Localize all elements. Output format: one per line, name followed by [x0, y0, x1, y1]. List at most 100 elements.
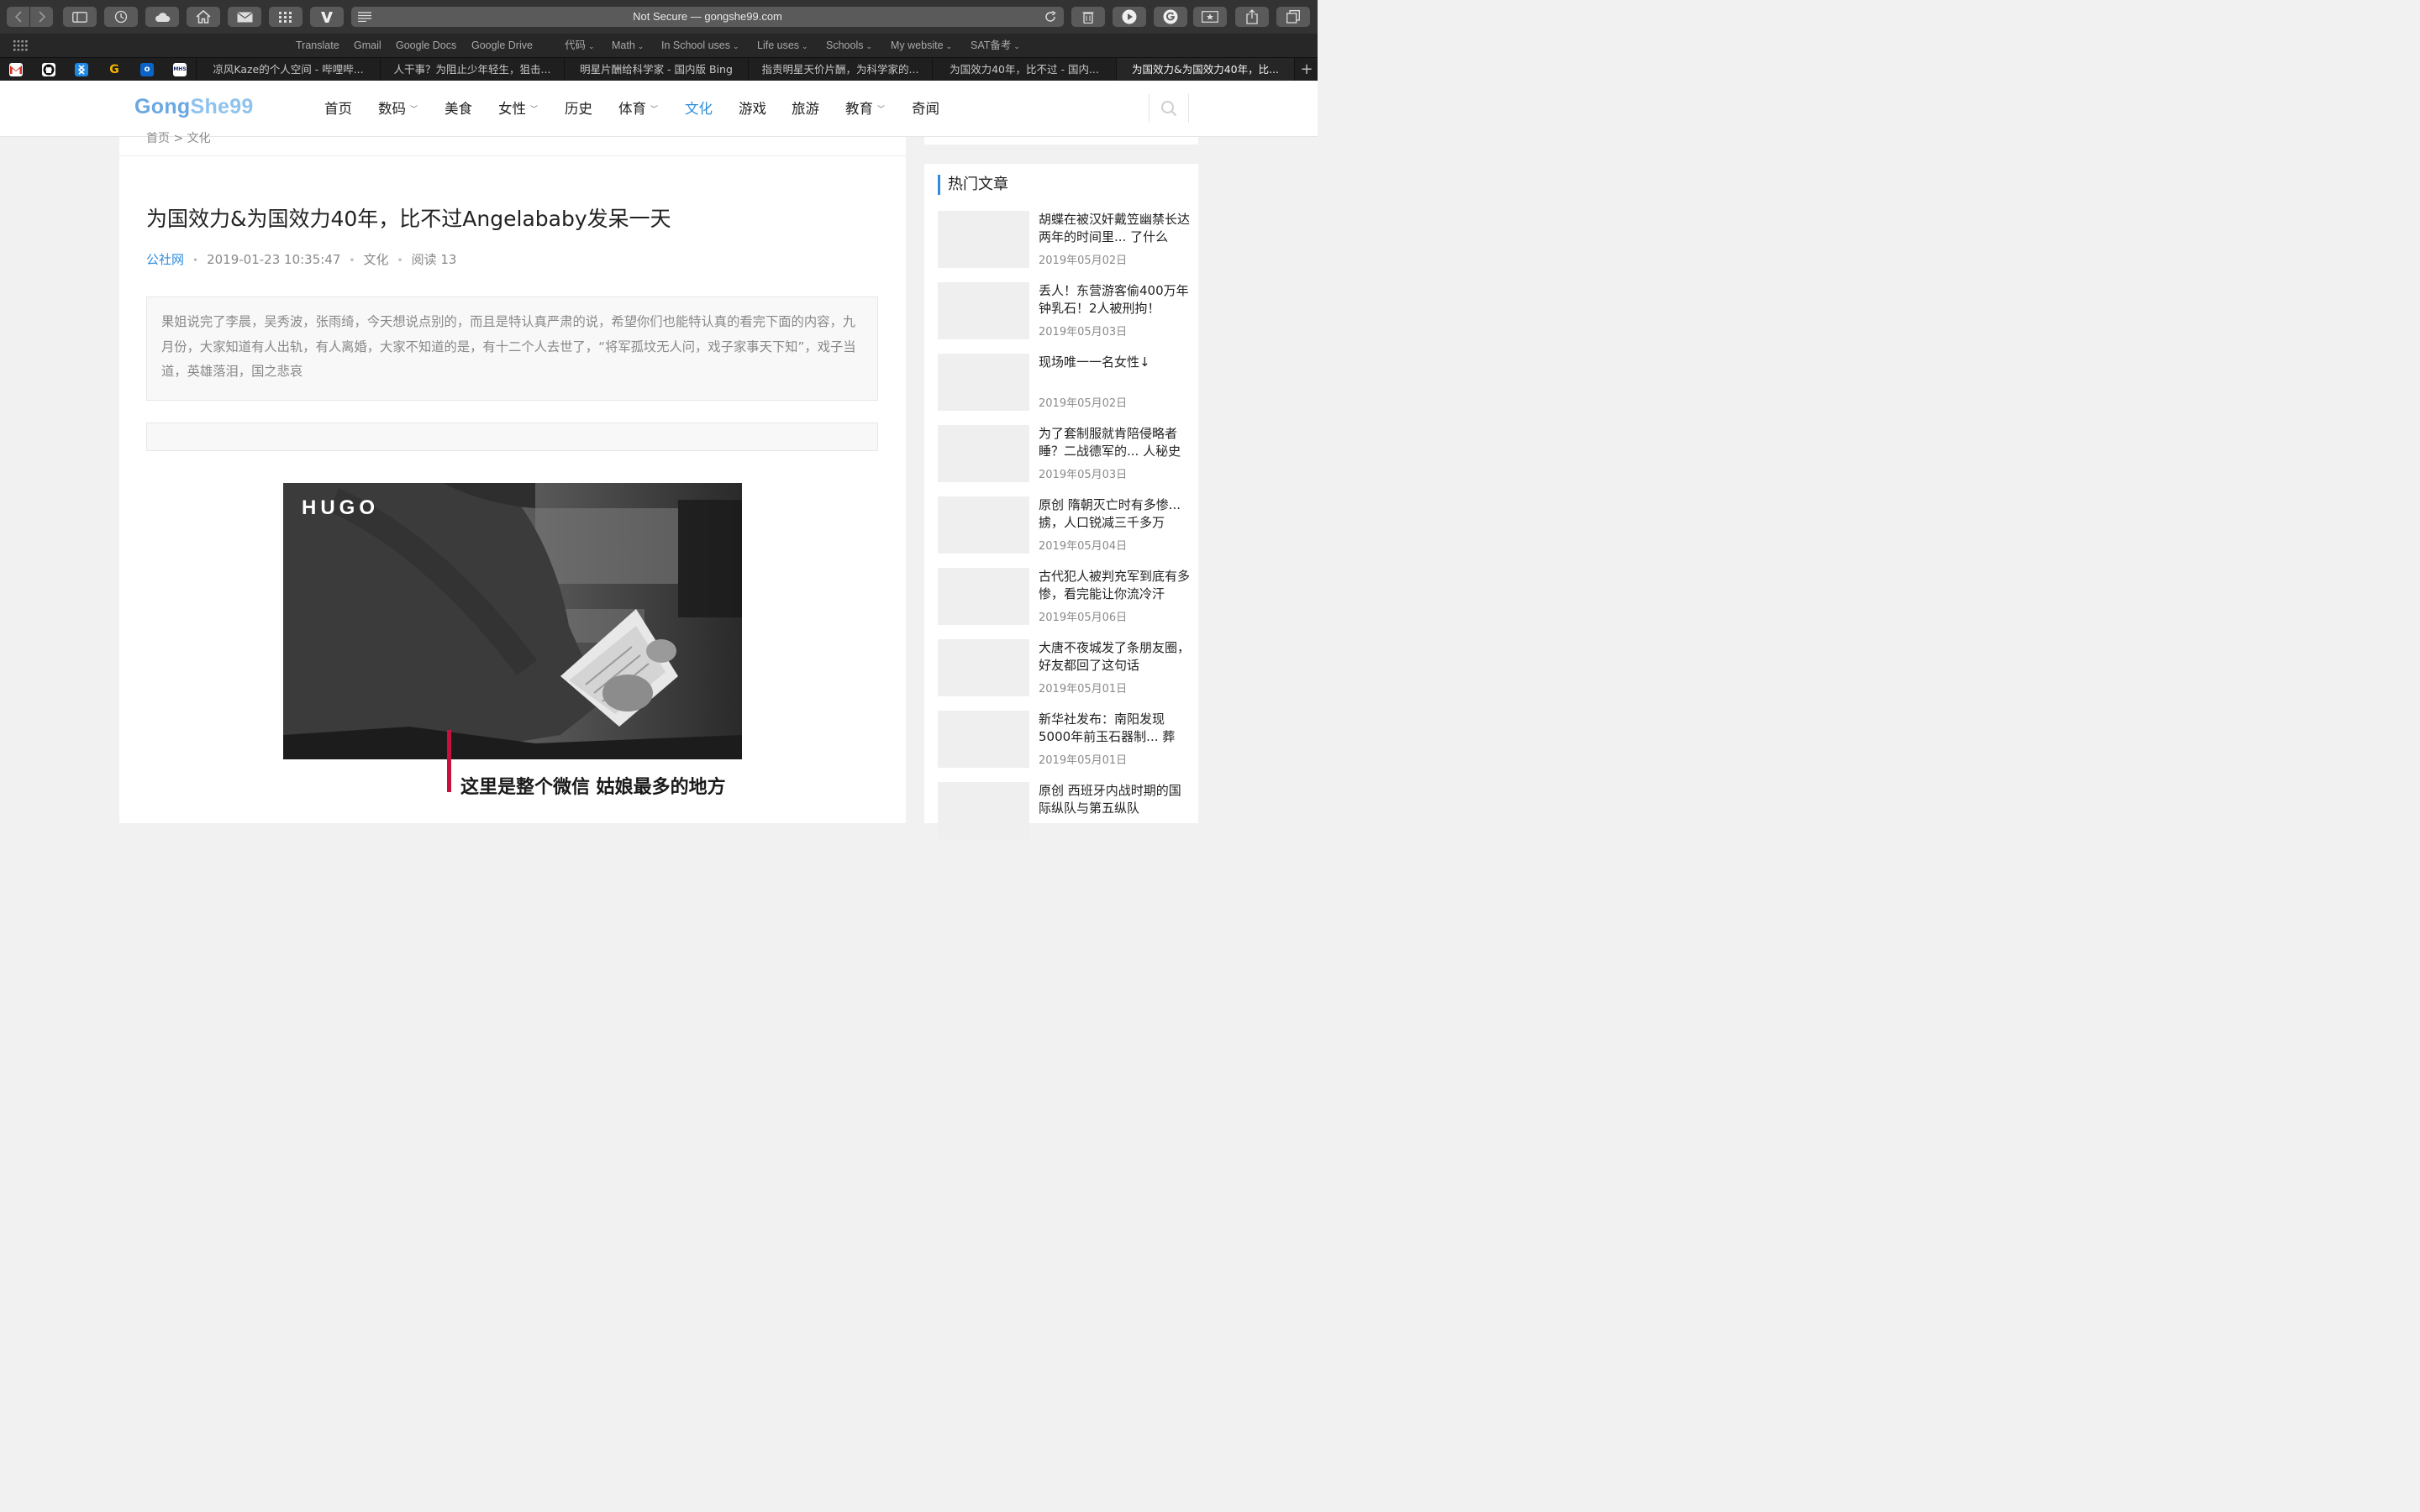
article-thumbnail[interactable]	[938, 639, 1029, 696]
nav-history[interactable]: 历史	[565, 81, 592, 138]
bookmark-google-drive[interactable]: Google Drive	[471, 34, 533, 57]
nav-games[interactable]: 游戏	[739, 81, 766, 138]
hot-article-title[interactable]: 丢人！东营游客偷400万年钟乳石！2人被刑拘！	[1039, 282, 1190, 318]
hot-article-title[interactable]: 胡蝶在被汉奸戴笠幽禁长达两年的时间里... 了什么	[1039, 211, 1190, 246]
tab-0[interactable]: 凉风Kaze的个人空间 - 哔哩哔...	[196, 58, 380, 81]
article-thumbnail[interactable]	[938, 782, 1029, 839]
icloud-button[interactable]	[145, 7, 179, 27]
nav-food[interactable]: 美食	[445, 81, 472, 138]
article-thumbnail[interactable]	[938, 425, 1029, 482]
grammarly-button[interactable]	[1154, 7, 1187, 27]
hot-article-title[interactable]: 原创 隋朝灭亡时有多惨... 掳，人口锐减三千多万	[1039, 496, 1190, 532]
new-tab-button[interactable]: +	[1294, 58, 1318, 81]
apps-button[interactable]	[269, 7, 302, 27]
reload-icon[interactable]	[1044, 11, 1056, 23]
article-thumbnail[interactable]	[938, 211, 1029, 268]
hot-article-title[interactable]: 原创 西班牙内战时期的国际纵队与第五纵队	[1039, 782, 1190, 817]
nav-culture[interactable]: 文化	[685, 81, 713, 138]
tab-3[interactable]: 指责明星天价片酬，为科学家的...	[748, 58, 932, 81]
bookmark-button[interactable]	[1193, 7, 1227, 27]
article-source-link[interactable]: 公社网	[146, 252, 184, 267]
history-button[interactable]	[104, 7, 138, 27]
tab-bar: G o MHS 凉风Kaze的个人空间 - 哔哩哔... 人干事？为阻止少年轻生…	[0, 57, 1318, 81]
mhs-icon[interactable]: MHS	[173, 63, 187, 76]
delete-button[interactable]	[1071, 7, 1105, 27]
nav-digital[interactable]: 数码 ﹀	[378, 81, 418, 139]
tab-overview-button[interactable]	[1276, 7, 1310, 27]
article-title: 为国效力&为国效力40年，比不过Angelababy发呆一天	[146, 207, 671, 231]
hot-article-item[interactable]: 胡蝶在被汉奸戴笠幽禁长达两年的时间里... 了什么 2019年05月02日	[938, 211, 1190, 270]
nav-education[interactable]: 教育 ﹀	[845, 81, 885, 139]
article-thumbnail[interactable]	[938, 496, 1029, 554]
address-bar[interactable]: Not Secure — gongshe99.com	[351, 7, 1064, 27]
hot-article-item[interactable]: 原创 隋朝灭亡时有多惨... 掳，人口锐减三千多万 2019年05月04日	[938, 496, 1190, 555]
bookmark-folder-math[interactable]: Math ⌄	[612, 34, 644, 58]
url-text[interactable]: Not Secure — gongshe99.com	[351, 7, 1064, 27]
hot-article-item[interactable]: 古代犯人被判充军到底有多惨，看完能让你流冷汗 2019年05月06日	[938, 568, 1190, 627]
article-thumbnail[interactable]	[938, 711, 1029, 768]
home-button[interactable]	[187, 7, 220, 27]
nav-sports[interactable]: 体育 ﹀	[618, 81, 658, 139]
show-all-bookmarks-icon[interactable]	[13, 40, 28, 51]
hot-article-date: 2019年05月01日	[1039, 683, 1128, 696]
hot-article-item[interactable]: 为了套制服就肯陪侵略者睡？二战德军的... 人秘史 2019年05月03日	[938, 425, 1190, 484]
hot-article-item[interactable]: 现场唯一一名女性↓ 2019年05月02日	[938, 354, 1190, 412]
sidebar-title: 热门文章	[938, 175, 1008, 195]
app-icon[interactable]	[75, 63, 88, 76]
nav-home[interactable]: 首页	[324, 81, 352, 138]
site-logo[interactable]: GongShe99	[134, 95, 254, 119]
hot-article-title[interactable]: 为了套制服就肯陪侵略者睡？二战德军的... 人秘史	[1039, 425, 1190, 460]
article-container: 首页 > 文化 为国效力&为国效力40年，比不过Angelababy发呆一天 公…	[119, 132, 906, 823]
separator-dot: •	[397, 255, 403, 266]
tab-5-active[interactable]: 为国效力&为国效力40年，比...	[1116, 58, 1294, 81]
search-icon[interactable]	[1160, 100, 1177, 117]
outlook-icon[interactable]: o	[140, 63, 154, 76]
back-button[interactable]	[7, 7, 29, 27]
brand-watermark: HUGO	[302, 496, 379, 519]
tab-4[interactable]: 为国效力40年，比不过 - 国内...	[932, 58, 1116, 81]
bookmark-folder-sat[interactable]: SAT备考 ⌄	[971, 34, 1020, 58]
article-thumbnail[interactable]	[938, 354, 1029, 411]
g-icon[interactable]: G	[108, 63, 121, 76]
breadcrumb[interactable]: 首页 > 文化	[146, 129, 211, 146]
hot-article-title[interactable]: 新华社发布：南阳发现5000年前玉石器制... 葬	[1039, 711, 1190, 746]
sidebar-toggle-button[interactable]	[63, 7, 97, 27]
mail-icon	[236, 11, 253, 22]
bookmark-folder-schools[interactable]: Schools ⌄	[826, 34, 872, 58]
bookmark-folder-life[interactable]: Life uses ⌄	[757, 34, 808, 58]
article-thumbnail[interactable]	[938, 568, 1029, 625]
bookmark-translate[interactable]: Translate	[296, 34, 339, 57]
bookmark-gmail[interactable]: Gmail	[354, 34, 381, 57]
hot-article-item[interactable]: 新华社发布：南阳发现5000年前玉石器制... 葬 2019年05月01日	[938, 711, 1190, 769]
hot-article-item[interactable]: 丢人！东营游客偷400万年钟乳石！2人被刑拘！ 2019年05月03日	[938, 282, 1190, 341]
chevron-down-icon: ⌄	[588, 42, 595, 50]
hot-article-item[interactable]: 大唐不夜城发了条朋友圈，好友都回了这句话 2019年05月01日	[938, 639, 1190, 698]
article-category[interactable]: 文化	[363, 252, 388, 267]
tab-1[interactable]: 人干事？为阻止少年轻生，狙击...	[380, 58, 564, 81]
bookmark-google-docs[interactable]: Google Docs	[396, 34, 456, 57]
forward-button[interactable]	[30, 7, 53, 27]
hot-article-title[interactable]: 古代犯人被判充军到底有多惨，看完能让你流冷汗	[1039, 568, 1190, 603]
hot-article-item[interactable]: 原创 西班牙内战时期的国际纵队与第五纵队	[938, 782, 1190, 841]
github-icon[interactable]	[42, 63, 55, 76]
gmail-icon[interactable]	[9, 63, 23, 76]
nav-oddities[interactable]: 奇闻	[912, 81, 939, 138]
mail-button[interactable]	[228, 7, 261, 27]
article-read-count: 阅读 13	[411, 252, 457, 267]
bookmark-folder-my-website[interactable]: My website ⌄	[891, 34, 952, 58]
hot-article-title[interactable]: 大唐不夜城发了条朋友圈，好友都回了这句话	[1039, 639, 1190, 675]
chevron-down-icon: ﹀	[530, 106, 539, 114]
play-button[interactable]	[1113, 7, 1146, 27]
article-summary: 果姐说完了李晨，吴秀波，张雨绮，今天想说点别的，而且是特认真严肃的说，希望你们也…	[146, 297, 878, 401]
nav-women[interactable]: 女性 ﹀	[498, 81, 538, 139]
bookmark-label: Translate	[296, 39, 339, 51]
extension-button[interactable]	[310, 7, 344, 27]
hot-article-date: 2019年05月03日	[1039, 326, 1128, 339]
nav-travel[interactable]: 旅游	[792, 81, 819, 138]
share-button[interactable]	[1235, 7, 1269, 27]
bookmark-folder-code[interactable]: 代码 ⌄	[565, 34, 595, 58]
bookmark-folder-in-school[interactable]: In School uses ⌄	[661, 34, 739, 58]
hot-article-title[interactable]: 现场唯一一名女性↓	[1039, 354, 1190, 371]
article-thumbnail[interactable]	[938, 282, 1029, 339]
tab-2[interactable]: 明星片酬给科学家 - 国内版 Bing	[564, 58, 748, 81]
